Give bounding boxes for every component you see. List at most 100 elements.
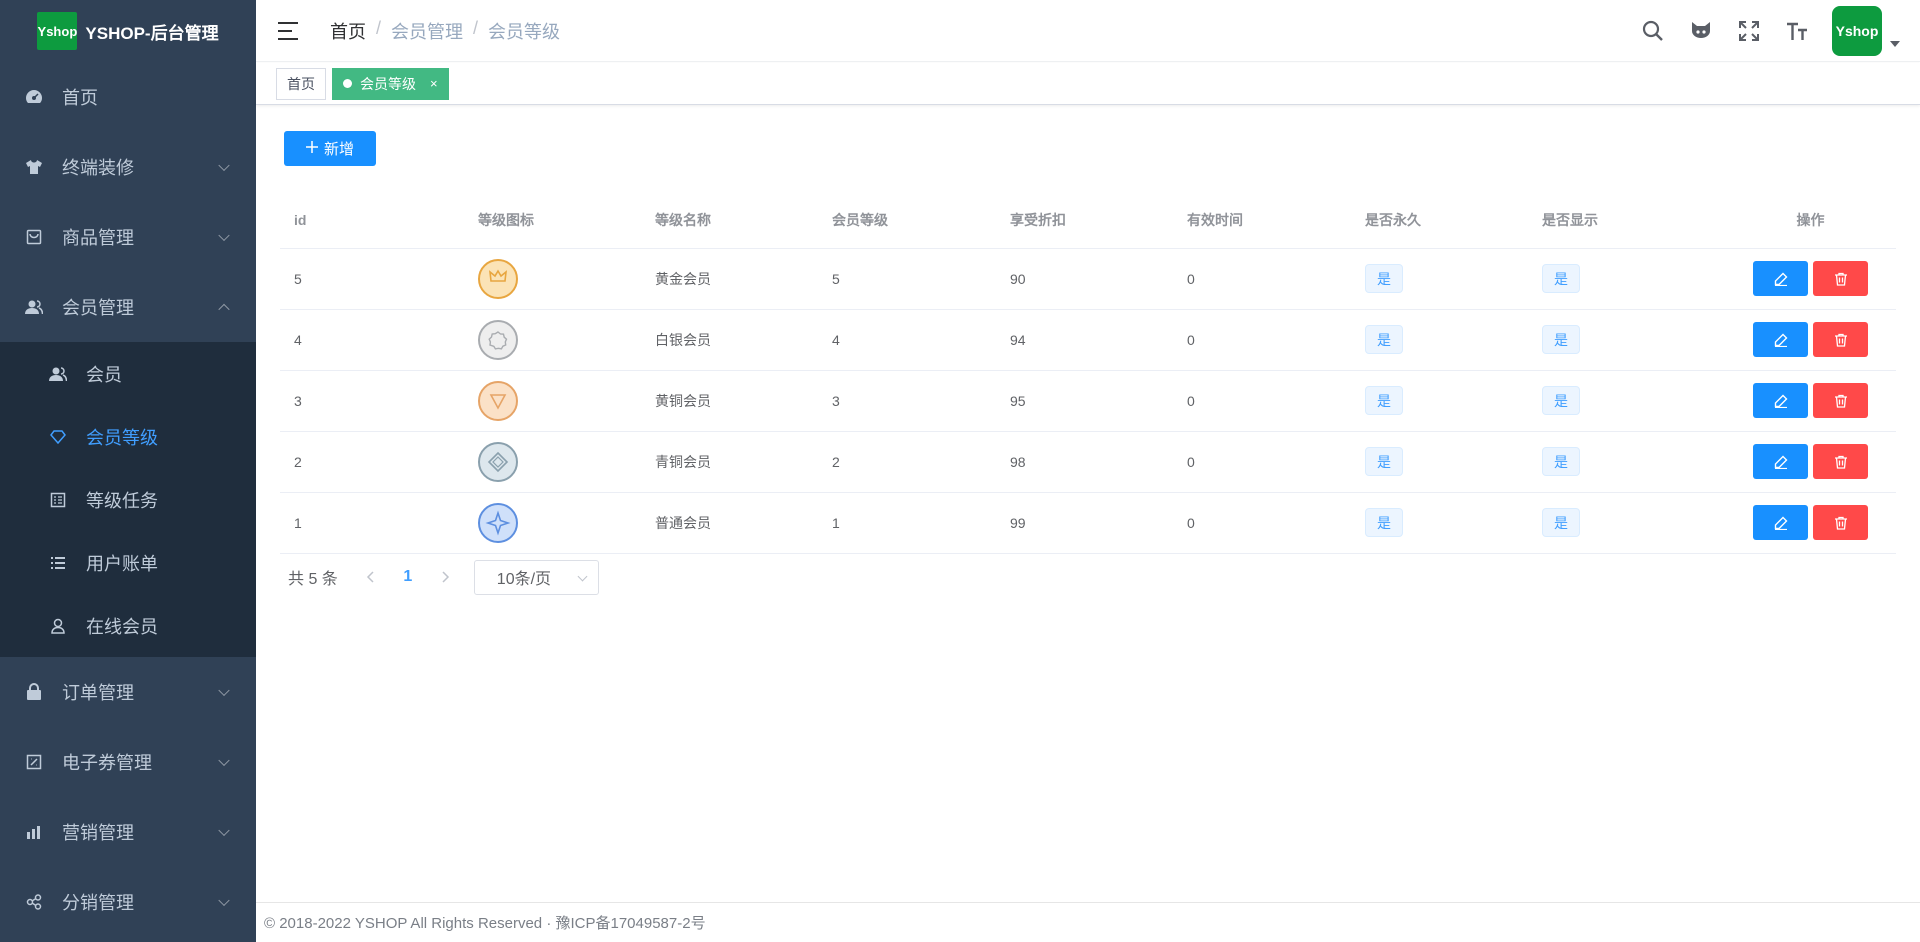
chevron-up-icon [218, 303, 230, 316]
chart-icon [24, 822, 44, 842]
shirt-icon [24, 157, 44, 177]
logo-area[interactable]: Yshop YSHOP-后台管理 [0, 0, 256, 62]
close-icon[interactable]: × [430, 76, 438, 91]
level-badge-icon [478, 502, 518, 543]
table-header-row: id 等级图标 等级名称 会员等级 享受折扣 有效时间 是否永久 是否显示 操作 [280, 192, 1896, 249]
table-row: 3 黄铜会员 3 95 0 是是 [280, 370, 1896, 432]
delete-button[interactable] [1813, 505, 1868, 540]
sidebar-item-member-level[interactable]: 会员等级 [0, 405, 256, 468]
avatar[interactable]: Yshop [1832, 6, 1882, 56]
column-header: 等级图标 [464, 192, 641, 249]
cell-id: 1 [280, 492, 464, 554]
pagination-total: 共 5 条 [288, 571, 338, 588]
delete-button[interactable] [1813, 322, 1868, 357]
online-icon [48, 616, 68, 636]
cell-actions [1705, 370, 1896, 432]
sidebar-item-level-task[interactable]: 等级任务 [0, 468, 256, 531]
edit-button[interactable] [1753, 261, 1808, 296]
logo-icon: Yshop [37, 12, 78, 50]
sidebar-item-orders[interactable]: 订单管理 [0, 657, 256, 727]
chevron-down-icon [218, 684, 230, 697]
cell-id: 3 [280, 370, 464, 432]
cell-member-grade: 5 [818, 248, 996, 310]
column-header: id [280, 192, 464, 249]
edit-button[interactable] [1753, 505, 1808, 540]
delete-icon [1834, 394, 1847, 408]
peoples-icon [24, 297, 44, 317]
font-size-icon[interactable] [1784, 18, 1810, 44]
delete-button[interactable] [1813, 383, 1868, 418]
delete-button[interactable] [1813, 261, 1868, 296]
sidebar-item-marketing[interactable]: 营销管理 [0, 797, 256, 867]
member-level-table: id 等级图标 等级名称 会员等级 享受折扣 有效时间 是否永久 是否显示 操作… [280, 192, 1896, 554]
search-icon[interactable] [1640, 18, 1666, 44]
pagination: 共 5 条 1 10条/页 [288, 559, 599, 595]
column-header: 是否永久 [1351, 192, 1528, 249]
delete-button[interactable] [1813, 444, 1868, 479]
navbar-actions: Yshop [1640, 0, 1900, 62]
sidebar-item-coupons[interactable]: 电子券管理 [0, 727, 256, 797]
edit-button[interactable] [1753, 322, 1808, 357]
cell-permanent: 是 [1351, 248, 1528, 310]
edit-button[interactable] [1753, 444, 1808, 479]
diamond-icon [48, 427, 68, 447]
dashboard-icon [24, 87, 44, 107]
cell-member-grade: 1 [818, 492, 996, 554]
show-tag: 是 [1542, 264, 1580, 293]
level-badge-icon [478, 380, 518, 421]
cell-discount: 95 [996, 370, 1173, 432]
sidebar-item-terminal-decor[interactable]: 终端装修 [0, 132, 256, 202]
tag-home[interactable]: 首页 [276, 67, 326, 100]
edit-button[interactable] [1753, 383, 1808, 418]
next-page-icon[interactable] [428, 571, 464, 583]
column-header: 等级名称 [641, 192, 818, 249]
cell-actions [1705, 309, 1896, 371]
sidebar-item-member[interactable]: 会员 [0, 342, 256, 405]
sidebar-item-label: 会员管理 [62, 298, 134, 318]
chevron-down-icon [577, 571, 588, 581]
chevron-down-icon [218, 159, 230, 172]
sidebar-item-label: 订单管理 [62, 683, 134, 703]
sidebar-item-label: 会员 [86, 364, 122, 385]
sidebar-item-distribution[interactable]: 分销管理 [0, 867, 256, 937]
breadcrumb-item[interactable]: 首页 [330, 18, 366, 44]
permanent-tag: 是 [1365, 264, 1403, 293]
navbar: 首页 / 会员管理 / 会员等级 Yshop [256, 0, 1920, 62]
app-title: YSHOP-后台管理 [85, 23, 219, 43]
sidebar-item-user-bill[interactable]: 用户账单 [0, 531, 256, 594]
cell-valid-time: 0 [1173, 492, 1351, 554]
tag-member-level[interactable]: 会员等级 × [332, 67, 449, 100]
active-dot-icon [343, 79, 352, 88]
prev-page-icon[interactable] [352, 571, 388, 583]
share-icon [24, 892, 44, 912]
level-badge-icon [478, 258, 518, 299]
page-number[interactable]: 1 [388, 568, 428, 586]
permanent-tag: 是 [1365, 508, 1403, 537]
caret-down-icon[interactable] [1890, 41, 1900, 47]
hamburger-icon[interactable] [278, 21, 298, 40]
add-button[interactable]: 新增 [284, 131, 376, 166]
chevron-down-icon [218, 229, 230, 242]
list-icon [48, 553, 68, 573]
page-size-select[interactable]: 10条/页 [473, 559, 599, 595]
sidebar-item-home[interactable]: 首页 [0, 62, 256, 132]
page-size-value: 10条/页 [496, 571, 552, 588]
cell-valid-time: 0 [1173, 431, 1351, 493]
column-header: 操作 [1705, 192, 1896, 249]
sidebar-item-online-member[interactable]: 在线会员 [0, 594, 256, 657]
sidebar-item-members[interactable]: 会员管理 [0, 272, 256, 342]
cell-level-name: 普通会员 [641, 492, 818, 554]
cell-level-icon [464, 431, 641, 493]
cell-show: 是 [1528, 431, 1705, 493]
tags-view: 首页 会员等级 × [256, 63, 1920, 105]
breadcrumb: 首页 / 会员管理 / 会员等级 [330, 18, 560, 44]
fullscreen-icon[interactable] [1736, 18, 1762, 44]
show-tag: 是 [1542, 386, 1580, 415]
cell-permanent: 是 [1351, 309, 1528, 371]
sidebar-item-label: 商品管理 [62, 228, 134, 248]
cell-level-name: 黄金会员 [641, 248, 818, 310]
peoples-icon [48, 364, 68, 384]
sidebar-item-products[interactable]: 商品管理 [0, 202, 256, 272]
cell-actions [1705, 248, 1896, 310]
github-icon[interactable] [1688, 18, 1714, 44]
